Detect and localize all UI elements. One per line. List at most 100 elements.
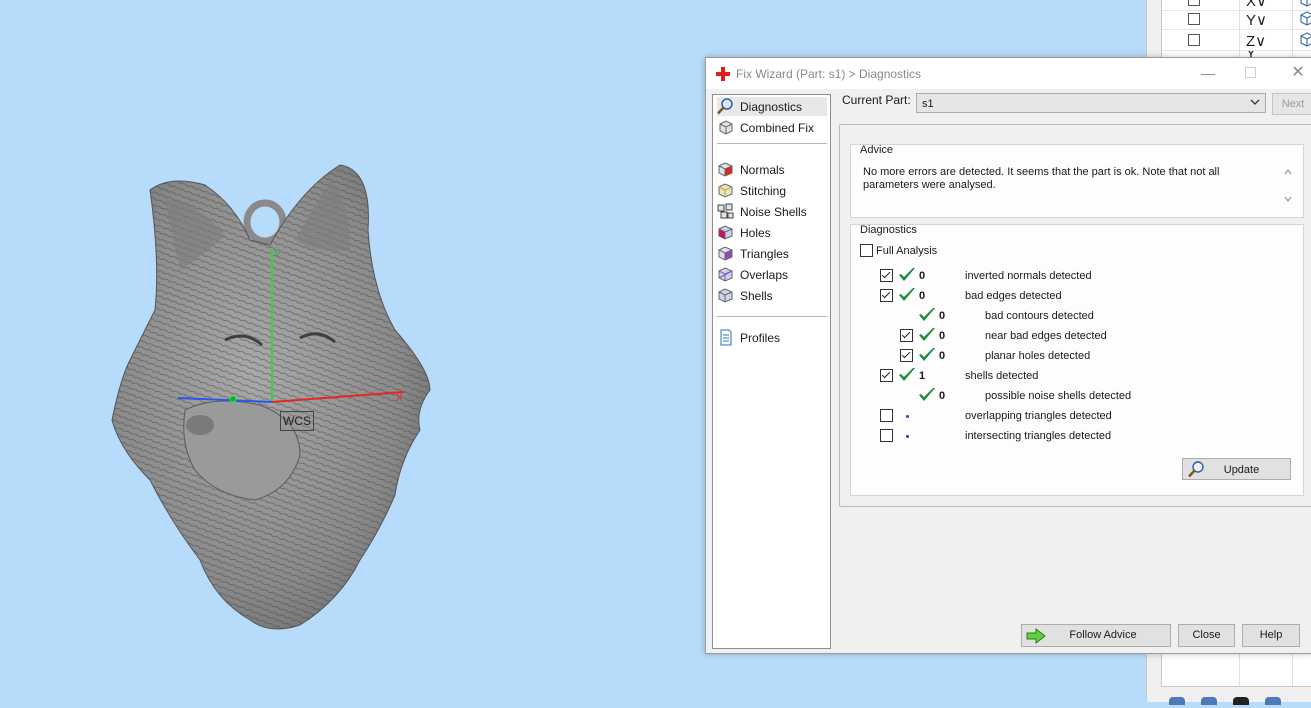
update-button[interactable]: Update xyxy=(1182,458,1291,480)
diagnostics-title: Diagnostics xyxy=(860,224,917,236)
axis-z-checkbox[interactable] xyxy=(1188,34,1200,46)
diagnostic-count: 0 xyxy=(939,310,946,322)
overlaps-cube-icon xyxy=(718,267,733,282)
pending-dot-icon xyxy=(906,415,909,418)
full-analysis-checkbox[interactable] xyxy=(860,244,873,257)
diagnostic-label: near bad edges detected xyxy=(985,330,1107,342)
close-window-button[interactable]: ✕ xyxy=(1284,63,1311,83)
magnifier-icon xyxy=(717,98,733,115)
diagnostics-panel: Advice No more errors are detected. It s… xyxy=(839,124,1311,507)
diagnostic-checkbox[interactable] xyxy=(880,409,893,422)
nav-item-normals[interactable]: Normals xyxy=(717,160,827,179)
diagnostic-label: intersecting triangles detected xyxy=(965,430,1112,442)
diagnostic-checkbox[interactable] xyxy=(880,289,893,302)
full-analysis-label: Full Analysis xyxy=(876,245,938,257)
toolbar-icon[interactable] xyxy=(1233,697,1249,705)
diagnostic-label: planar holes detected xyxy=(985,350,1091,362)
nav-label: Stitching xyxy=(740,184,787,198)
red-cross-icon xyxy=(716,67,730,81)
shells-cube-icon xyxy=(718,288,733,303)
diagnostic-count: 0 xyxy=(919,290,926,302)
diagnostic-count: 0 xyxy=(919,270,926,282)
axis-row-y[interactable]: Y∨ xyxy=(1162,9,1311,30)
nav-item-overlaps[interactable]: Overlaps xyxy=(717,265,827,284)
diagnostic-label: inverted normals detected xyxy=(965,270,1092,282)
triangles-cube-icon xyxy=(718,246,733,261)
diagnostic-checkbox[interactable] xyxy=(900,329,913,342)
green-check-icon xyxy=(919,348,935,361)
axis-x-checkbox[interactable] xyxy=(1188,0,1200,6)
nav-item-diagnostics[interactable]: Diagnostics xyxy=(717,97,827,116)
diagnostic-count: 0 xyxy=(939,330,946,342)
cube-view-icon[interactable] xyxy=(1300,32,1311,47)
nav-label: Normals xyxy=(740,163,785,177)
nav-item-profiles[interactable]: Profiles xyxy=(717,328,827,347)
current-part-label: Current Part: xyxy=(842,93,911,107)
axis-row-z[interactable]: Z∨ xyxy=(1162,30,1311,51)
current-part-value: s1 xyxy=(922,98,934,110)
diagnostic-checkbox[interactable] xyxy=(880,369,893,382)
diagnostic-label: possible noise shells detected xyxy=(985,390,1132,402)
maximize-button[interactable] xyxy=(1236,63,1264,83)
nav-label: Noise Shells xyxy=(740,205,807,219)
diagnostic-label: bad edges detected xyxy=(965,290,1062,302)
green-check-icon xyxy=(899,268,915,281)
nav-label: Overlaps xyxy=(740,268,789,282)
diagnostic-label: shells detected xyxy=(965,370,1039,382)
nav-item-noise-shells[interactable]: Noise Shells xyxy=(717,202,827,221)
normals-cube-icon xyxy=(718,162,733,177)
close-button[interactable]: Close xyxy=(1178,624,1235,647)
scroll-down-icon[interactable] xyxy=(1283,194,1293,204)
maximize-icon xyxy=(1244,67,1256,78)
diagnostic-count: 0 xyxy=(939,390,946,402)
cube-view-icon[interactable] xyxy=(1300,0,1311,7)
nav-item-triangles[interactable]: Triangles xyxy=(717,244,827,263)
diagnostic-count: 1 xyxy=(919,370,926,382)
diagnostic-checkbox[interactable] xyxy=(880,429,893,442)
follow-advice-label: Follow Advice xyxy=(1069,629,1137,641)
side-toolbar-icons xyxy=(1169,694,1309,705)
follow-advice-button[interactable]: Follow Advice xyxy=(1021,624,1171,647)
green-check-icon xyxy=(899,288,915,301)
minimize-button[interactable]: — xyxy=(1194,63,1222,83)
pending-dot-icon xyxy=(906,435,909,438)
green-check-icon xyxy=(919,308,935,321)
toolbar-icon[interactable] xyxy=(1169,697,1185,705)
diagnostic-count: 0 xyxy=(939,350,946,362)
advice-group: Advice No more errors are detected. It s… xyxy=(850,144,1304,218)
help-button[interactable]: Help xyxy=(1242,624,1300,647)
dialog-titlebar[interactable]: Fix Wizard (Part: s1) > Diagnostics — ✕ xyxy=(706,58,1311,89)
nav-divider xyxy=(717,143,827,144)
nav-label: Holes xyxy=(740,226,771,240)
nav-label: Profiles xyxy=(740,331,781,345)
fix-wizard-dialog: Fix Wizard (Part: s1) > Diagnostics — ✕ … xyxy=(705,57,1311,654)
diagnostic-label: bad contours detected xyxy=(985,310,1094,322)
toolbar-icon[interactable] xyxy=(1201,697,1217,705)
next-button[interactable]: Next xyxy=(1272,93,1311,115)
nav-item-stitching[interactable]: Stitching xyxy=(717,181,827,200)
axis-y-label: Y∨ xyxy=(1246,12,1267,29)
nav-divider xyxy=(717,316,827,317)
fix-wizard-nav: Diagnostics Combined Fix Normals Stitchi… xyxy=(712,94,831,649)
diagnostic-checkbox[interactable] xyxy=(900,349,913,362)
current-part-select[interactable]: s1 xyxy=(916,93,1266,113)
stitching-cube-icon xyxy=(718,183,733,198)
nav-item-holes[interactable]: Holes xyxy=(717,223,827,242)
axis-y-label: Y xyxy=(274,250,281,261)
green-check-icon xyxy=(919,328,935,341)
nav-item-combined-fix[interactable]: Combined Fix xyxy=(717,118,827,137)
update-label: Update xyxy=(1223,464,1260,476)
axis-y-checkbox[interactable] xyxy=(1188,13,1200,25)
axis-x-label: X xyxy=(396,393,403,404)
nav-label: Combined Fix xyxy=(740,121,815,135)
toolbar-icon[interactable] xyxy=(1265,697,1281,705)
scroll-up-icon[interactable] xyxy=(1283,167,1293,177)
cube-icon xyxy=(719,120,733,135)
nav-item-shells[interactable]: Shells xyxy=(717,286,827,305)
cube-view-icon[interactable] xyxy=(1300,11,1311,26)
nav-label: Diagnostics xyxy=(740,100,803,114)
green-check-icon xyxy=(919,388,935,401)
diagnostic-checkbox[interactable] xyxy=(880,269,893,282)
diagnostics-group: Diagnostics Full Analysis 0 inverted norm… xyxy=(850,224,1304,496)
nav-label: Shells xyxy=(740,289,773,303)
